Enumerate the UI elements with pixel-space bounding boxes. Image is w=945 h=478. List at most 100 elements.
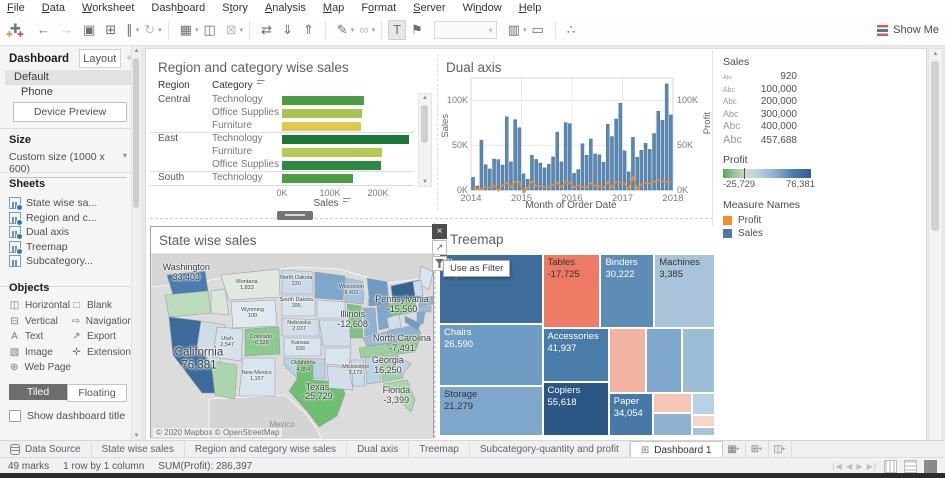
- chevron-down-icon[interactable]: ▾: [240, 26, 244, 34]
- sales-bar[interactable]: [282, 174, 353, 183]
- sales-bar[interactable]: [282, 96, 364, 105]
- treemap-cell-storage[interactable]: Storage21,279: [439, 386, 543, 436]
- sidebar-sheet-item[interactable]: Treemap: [9, 240, 129, 255]
- view-state-wise-sales[interactable]: State wise sales: [150, 226, 434, 438]
- sidebar-scrollbar[interactable]: ▲ ▼: [131, 46, 141, 441]
- sales-bar[interactable]: [282, 161, 381, 170]
- treemap-cell[interactable]: [692, 427, 715, 436]
- us-choropleth-map[interactable]: Washington33,403Montana1,833North Dakota…: [151, 253, 433, 439]
- sales-bar[interactable]: [282, 109, 362, 118]
- region-chart-scrollbar[interactable]: ▲▼: [418, 93, 432, 187]
- text-label-icon[interactable]: T: [388, 20, 406, 40]
- menu-help[interactable]: Help: [519, 2, 542, 14]
- show-me-button[interactable]: Show Me: [877, 24, 939, 36]
- tab-treemap[interactable]: Treemap: [409, 441, 470, 458]
- treemap-cell[interactable]: [653, 393, 692, 413]
- x-axis-label[interactable]: Sales: [282, 198, 382, 209]
- sidebar-sheet-item[interactable]: Region and c...: [9, 211, 129, 226]
- device-phone-item[interactable]: Phone: [5, 85, 143, 100]
- treemap-cell-accessories[interactable]: Accessories41,937: [543, 328, 609, 383]
- show-filmstrip-view-icon[interactable]: [904, 460, 917, 473]
- treemap-cell-tables[interactable]: Tables-17,725: [543, 254, 601, 328]
- treemap-cell-binders[interactable]: Binders30,222: [600, 254, 654, 328]
- tab-dashboard-1[interactable]: ⊞Dashboard 1: [630, 441, 723, 458]
- sidebar-sheet-item[interactable]: Subcategory...: [9, 254, 129, 269]
- treemap-cell[interactable]: [692, 393, 715, 415]
- region-column-header[interactable]: Region: [158, 80, 190, 91]
- sales-bar[interactable]: [282, 148, 382, 157]
- sales-bar[interactable]: [282, 122, 361, 131]
- profit-color-gradient[interactable]: [723, 169, 811, 178]
- treemap-cell[interactable]: [682, 328, 715, 394]
- chevron-down-icon[interactable]: ▾: [158, 26, 162, 34]
- tab-dashboard[interactable]: Dashboard: [0, 53, 69, 65]
- menu-map[interactable]: Map: [323, 2, 344, 14]
- treemap-cell-copiers[interactable]: Copiers55,618: [543, 382, 609, 436]
- object-image[interactable]: ▧Image: [9, 345, 71, 361]
- sort-icon[interactable]: [343, 198, 351, 205]
- state-OR[interactable]: [165, 291, 211, 317]
- clear-sheet-icon[interactable]: ⊠: [221, 19, 242, 41]
- share-icon[interactable]: ∴: [562, 19, 580, 41]
- floating-button[interactable]: Floating: [67, 384, 127, 402]
- show-mark-labels-icon[interactable]: ▥: [503, 19, 525, 41]
- device-default-item[interactable]: Default: [5, 70, 136, 85]
- object-vertical[interactable]: ⊟Vertical: [9, 314, 71, 330]
- treemap-cell[interactable]: [609, 328, 646, 394]
- go-to-sheet-button[interactable]: ↗: [432, 240, 447, 255]
- new-story-tab-button[interactable]: ◫+: [769, 441, 792, 458]
- object-text[interactable]: AText: [9, 329, 71, 345]
- sidebar-sheet-item[interactable]: Dual axis: [9, 225, 129, 240]
- new-worksheet-icon[interactable]: ▦: [175, 19, 197, 41]
- undo-icon[interactable]: ←: [32, 19, 55, 41]
- new-worksheet-tab-button[interactable]: ▦+: [723, 441, 746, 458]
- new-data-source-icon[interactable]: ⊞: [100, 19, 121, 41]
- run-update-icon[interactable]: ↻: [139, 19, 160, 41]
- fit-dropdown[interactable]: ▾: [434, 21, 497, 39]
- menu-window[interactable]: Window: [463, 2, 502, 14]
- new-dashboard-tab-button[interactable]: ⊞+: [746, 441, 769, 458]
- object-extension[interactable]: ✛Extension: [71, 345, 133, 361]
- chevron-down-icon[interactable]: ▾: [372, 26, 376, 34]
- treemap-cell-machines[interactable]: Machines3,385: [654, 254, 715, 328]
- menu-worksheet[interactable]: Worksheet: [82, 2, 134, 14]
- tab-data-source[interactable]: Data Source: [0, 441, 92, 458]
- tab-dual-axis[interactable]: Dual axis: [347, 441, 409, 458]
- fix-map-icon[interactable]: ⚑: [406, 19, 428, 41]
- object-web-page[interactable]: ⊕Web Page: [9, 360, 71, 376]
- treemap-cell-chairs[interactable]: Chairs26,590: [439, 324, 543, 386]
- tab-subcategory-quantity-and-profit[interactable]: Subcategory-quantity and profit: [470, 441, 630, 458]
- sort-descending-icon[interactable]: ⇑: [298, 19, 319, 41]
- sort-ascending-icon[interactable]: ⇓: [277, 19, 298, 41]
- menu-file[interactable]: File: [7, 2, 25, 14]
- zone-drag-handle[interactable]: [277, 211, 313, 220]
- sort-icon[interactable]: [257, 80, 265, 87]
- object-blank[interactable]: □Blank: [71, 298, 133, 314]
- canvas-scrollbar[interactable]: ▲: [928, 48, 943, 441]
- menu-analysis[interactable]: Analysis: [265, 2, 306, 14]
- highlight-icon[interactable]: ✎: [332, 19, 353, 41]
- swap-rows-columns-icon[interactable]: ⇄: [256, 19, 277, 41]
- record-pager[interactable]: |◀ ◀ ▶ ▶|: [833, 462, 877, 471]
- size-dropdown[interactable]: Custom size (1000 x 600) ▾: [9, 151, 127, 178]
- menu-format[interactable]: Format: [361, 2, 396, 14]
- treemap-cell-paper[interactable]: Paper34,054: [609, 393, 653, 436]
- menu-data[interactable]: Data: [42, 2, 65, 14]
- duplicate-icon[interactable]: ◫: [198, 19, 220, 41]
- tab-layout[interactable]: Layout: [79, 49, 120, 68]
- object-horizontal[interactable]: ◫Horizontal: [9, 298, 71, 314]
- tiled-button[interactable]: Tiled: [9, 384, 67, 400]
- save-icon[interactable]: ▣: [78, 19, 100, 41]
- object-navigation[interactable]: ⇨Navigation: [71, 314, 133, 330]
- redo-icon[interactable]: →: [55, 19, 78, 41]
- treemap-cell[interactable]: [646, 328, 682, 394]
- show-sheet-sorter-icon[interactable]: [924, 460, 937, 473]
- tab-region-and-category-wise-sales[interactable]: Region and category wise sales: [185, 441, 347, 458]
- presentation-mode-icon[interactable]: ▭: [527, 19, 549, 41]
- sidebar-sheet-item[interactable]: State wise sa...: [9, 196, 129, 211]
- show-tabs-view-icon[interactable]: [884, 460, 897, 473]
- dual-axis-plot[interactable]: [438, 54, 715, 210]
- menu-story[interactable]: Story: [222, 2, 248, 14]
- sales-bar[interactable]: [282, 135, 409, 144]
- treemap-cell[interactable]: [692, 415, 715, 427]
